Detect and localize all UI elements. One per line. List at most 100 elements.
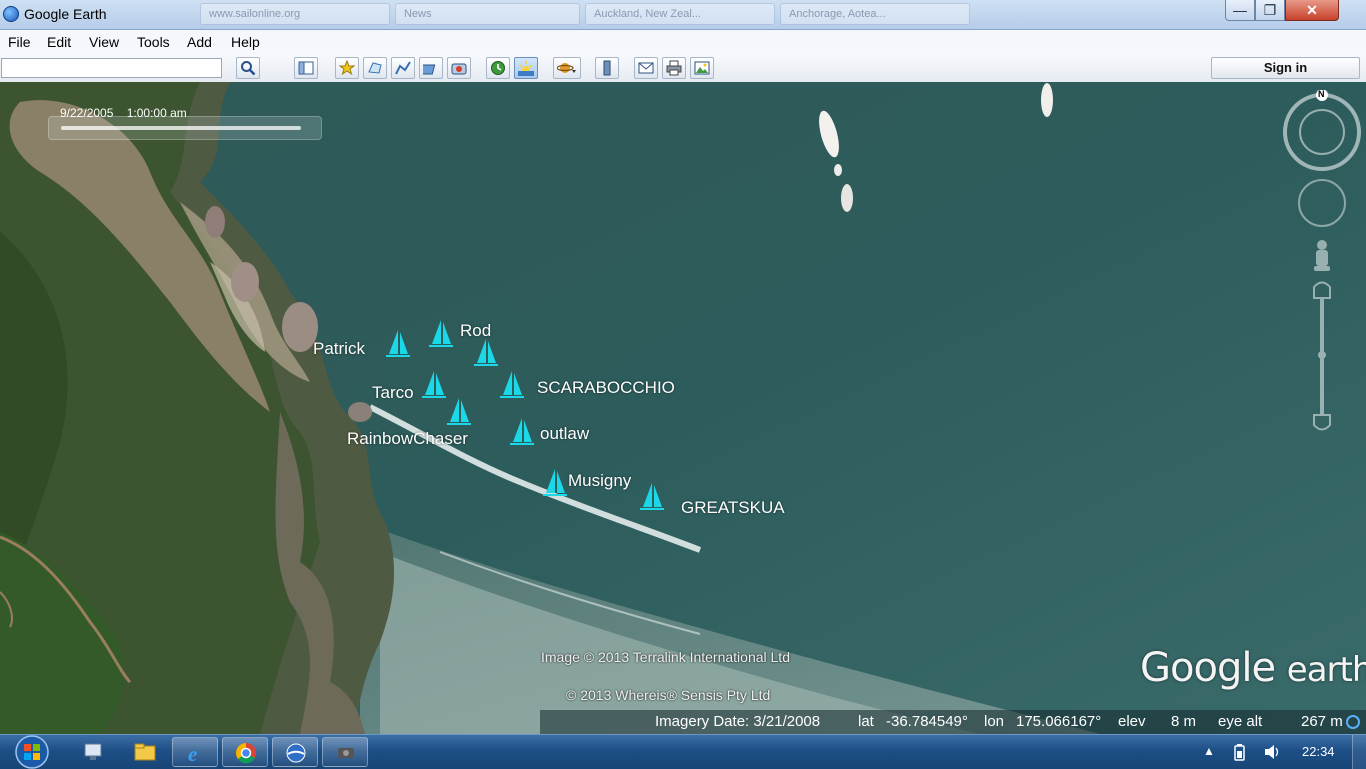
internet-explorer-icon: e: [188, 742, 197, 764]
sailboat-icon[interactable]: [426, 318, 456, 348]
sunlight-button[interactable]: [514, 57, 538, 79]
add-polygon-button[interactable]: [363, 57, 387, 79]
status-bar: Imagery Date: 3/21/2008 lat -36.784549° …: [540, 710, 1366, 734]
street-view-pegman-icon[interactable]: [1314, 240, 1330, 271]
compass-north-label: N: [1318, 89, 1325, 99]
boat-label-tarco[interactable]: Tarco: [372, 383, 414, 403]
taskbar-app-google-earth[interactable]: [272, 737, 318, 767]
add-path-button[interactable]: [391, 57, 415, 79]
taskbar-app-chrome[interactable]: [222, 737, 268, 767]
satellite-imagery: [0, 82, 1366, 734]
sunlight-icon: [518, 61, 534, 76]
logo-earth-text: earth: [1286, 650, 1366, 690]
add-placemark-button[interactable]: [335, 57, 359, 79]
sign-in-button[interactable]: Sign in: [1211, 57, 1360, 79]
menu-view[interactable]: View: [89, 34, 119, 50]
elev-label: elev: [1118, 713, 1146, 730]
eye-alt-value: 267 m: [1301, 713, 1343, 730]
sailboat-icon[interactable]: [419, 369, 449, 399]
placemark-icon: [339, 60, 355, 76]
menu-tools[interactable]: Tools: [137, 34, 170, 50]
sailboat-icon[interactable]: [507, 416, 537, 446]
path-icon: [395, 61, 411, 75]
folder-icon: [134, 743, 156, 761]
background-tab: News: [395, 3, 580, 25]
taskbar-app-media[interactable]: [322, 737, 368, 767]
boat-label-musigny[interactable]: Musigny: [568, 471, 631, 491]
menu-add[interactable]: Add: [187, 34, 212, 50]
minimize-button[interactable]: —: [1225, 0, 1255, 21]
menu-help[interactable]: Help: [231, 34, 260, 50]
sailboat-icon[interactable]: [444, 396, 474, 426]
media-app-icon: [338, 748, 354, 758]
zoom-slider[interactable]: [1313, 281, 1331, 431]
navigation-controls-graphic: [1283, 89, 1361, 431]
sailboat-icon[interactable]: [471, 337, 501, 367]
boat-label-greatskua[interactable]: GREATSKUA: [681, 498, 785, 518]
volume-icon[interactable]: [1263, 743, 1283, 761]
power-icon[interactable]: [1231, 743, 1251, 761]
menu-bar: File Edit View Tools Add Help: [0, 30, 1366, 55]
look-joystick[interactable]: [1283, 93, 1361, 171]
email-icon: [638, 62, 654, 74]
historical-imagery-button[interactable]: [486, 57, 510, 79]
google-earth-app-icon: [3, 6, 19, 22]
chrome-icon: [236, 743, 256, 764]
switch-planet-button[interactable]: [553, 57, 581, 79]
sailboat-icon[interactable]: [540, 467, 570, 497]
sailboat-icon[interactable]: [497, 369, 527, 399]
show-hidden-icons-button[interactable]: ▲: [1203, 744, 1215, 758]
eye-alt-label: eye alt: [1218, 713, 1263, 730]
menu-edit[interactable]: Edit: [47, 34, 71, 50]
image-overlay-button[interactable]: [419, 57, 443, 79]
sidebar-toggle-button[interactable]: [294, 57, 318, 79]
boat-label-outlaw[interactable]: outlaw: [540, 424, 589, 444]
start-button[interactable]: [12, 735, 52, 769]
imagery-credit: Image © 2013 Terralink International Ltd: [541, 649, 790, 665]
navigation-controls: N: [1280, 89, 1364, 450]
system-clock[interactable]: 22:34: [1302, 744, 1335, 759]
show-desktop-button[interactable]: [1352, 735, 1366, 769]
longitude-value: 175.066167°: [1016, 713, 1102, 730]
email-button[interactable]: [634, 57, 658, 79]
lat-label: lat: [858, 713, 874, 730]
background-tab: www.sailonline.org: [200, 3, 390, 25]
imagery-date: Imagery Date: 3/21/2008: [655, 713, 821, 730]
menu-file[interactable]: File: [8, 34, 31, 50]
taskbar-app-network[interactable]: [70, 737, 116, 767]
print-icon: [666, 60, 682, 76]
network-app-icon: [84, 743, 102, 760]
save-image-button[interactable]: [690, 57, 714, 79]
sailboat-icon[interactable]: [637, 481, 667, 511]
print-button[interactable]: [662, 57, 686, 79]
move-joystick[interactable]: [1298, 179, 1346, 227]
sailboat-icon[interactable]: [383, 328, 413, 358]
time-slider-track[interactable]: [61, 126, 301, 130]
earth-3d-view[interactable]: 9/22/2005 1:00:00 am Patrick Rod SCARABO…: [0, 82, 1366, 734]
search-input[interactable]: [1, 58, 222, 78]
maximize-button[interactable]: ❐: [1255, 0, 1285, 21]
ruler-button[interactable]: [595, 57, 619, 79]
latitude-value: -36.784549°: [886, 713, 968, 730]
elevation-value: 8 m: [1171, 713, 1197, 730]
boat-label-patrick[interactable]: Patrick: [313, 339, 365, 359]
svg-text:e: e: [188, 742, 197, 764]
map-data-credit: © 2013 Whereis® Sensis Pty Ltd: [566, 687, 771, 703]
google-earth-logo: Google earth: [1140, 645, 1366, 691]
title-bar: Google Earth www.sailonline.org News Auc…: [0, 0, 1366, 30]
google-earth-icon: [286, 743, 306, 763]
time-slider-date: 9/22/2005 1:00:00 am: [60, 106, 187, 120]
taskbar-app-internet-explorer[interactable]: e: [172, 737, 218, 767]
background-tab: Auckland, New Zeal...: [585, 3, 775, 25]
logo-google-text: Google: [1140, 645, 1276, 691]
search-button[interactable]: [236, 57, 260, 79]
close-button[interactable]: ✕: [1285, 0, 1339, 21]
background-tab: Anchorage, Aotea...: [780, 3, 970, 25]
record-tour-button[interactable]: [447, 57, 471, 79]
boat-label-scarabocchio[interactable]: SCARABOCCHIO: [537, 378, 675, 398]
save-image-icon: [694, 61, 710, 75]
lon-label: lon: [984, 713, 1005, 730]
boat-label-rainbowchaser[interactable]: RainbowChaser: [347, 429, 468, 449]
ruler-icon: [603, 60, 611, 76]
taskbar-app-explorer[interactable]: [122, 737, 168, 767]
